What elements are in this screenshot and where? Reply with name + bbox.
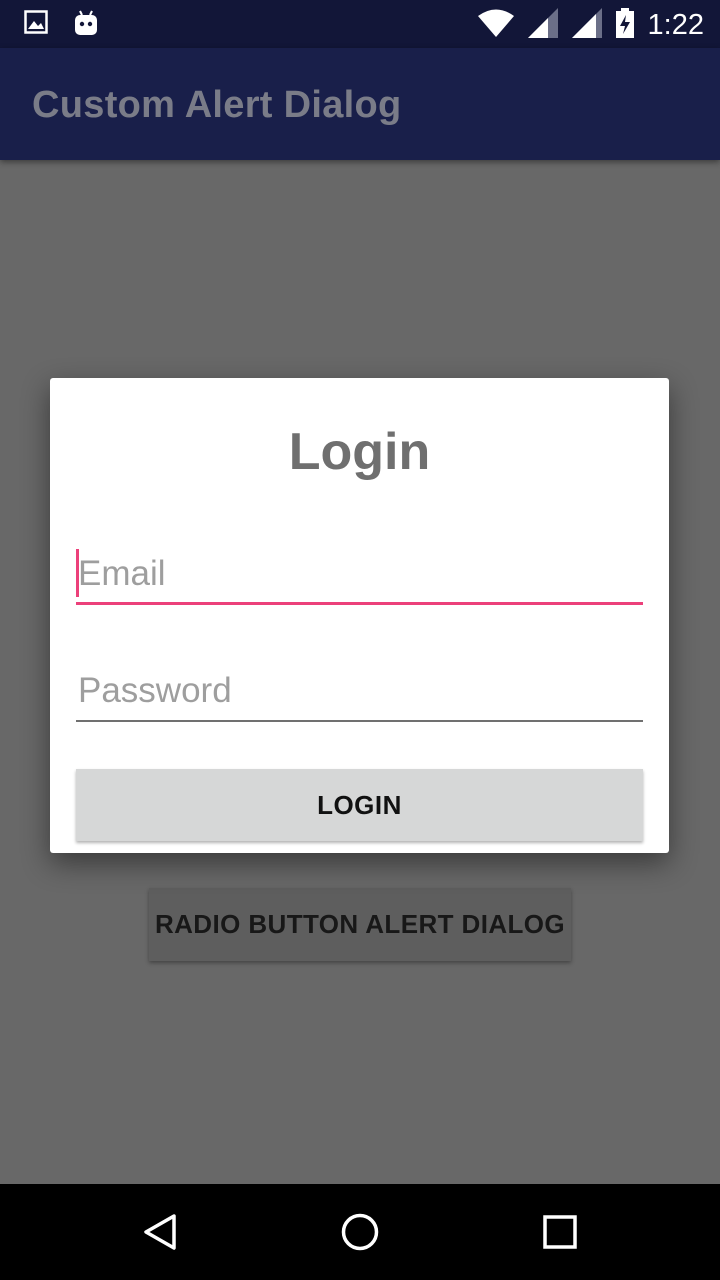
notification-icons [24,10,98,41]
app-title: Custom Alert Dialog [32,84,402,126]
email-underline [76,602,643,605]
recents-icon[interactable] [536,1208,584,1256]
dialog-title: Login [288,423,431,481]
navigation-bar [0,1184,720,1280]
email-field-container [76,545,643,605]
system-icons: 1:22 [477,8,704,43]
password-field[interactable] [76,662,643,720]
signal-icon [571,8,602,43]
back-icon[interactable] [136,1208,184,1256]
password-field-container [76,662,643,722]
battery-charging-icon [615,8,634,43]
app-bar: Custom Alert Dialog [0,48,720,160]
android-icon [74,10,98,41]
signal-icon [527,8,558,43]
email-field[interactable] [76,545,643,603]
radio-button-alert-dialog-button[interactable]: RADIO BUTTON ALERT DIALOG [149,888,571,961]
password-underline [76,720,643,722]
login-button[interactable]: LOGIN [76,769,643,841]
image-icon [24,10,48,41]
screen: 1:22 Custom Alert Dialog RADIO BUTTON AL… [0,0,720,1280]
text-cursor [76,549,79,597]
login-dialog: Login LOGIN [50,378,669,853]
status-time: 1:22 [647,9,704,41]
wifi-icon [477,9,514,42]
status-bar: 1:22 [0,0,720,48]
home-icon[interactable] [336,1208,384,1256]
